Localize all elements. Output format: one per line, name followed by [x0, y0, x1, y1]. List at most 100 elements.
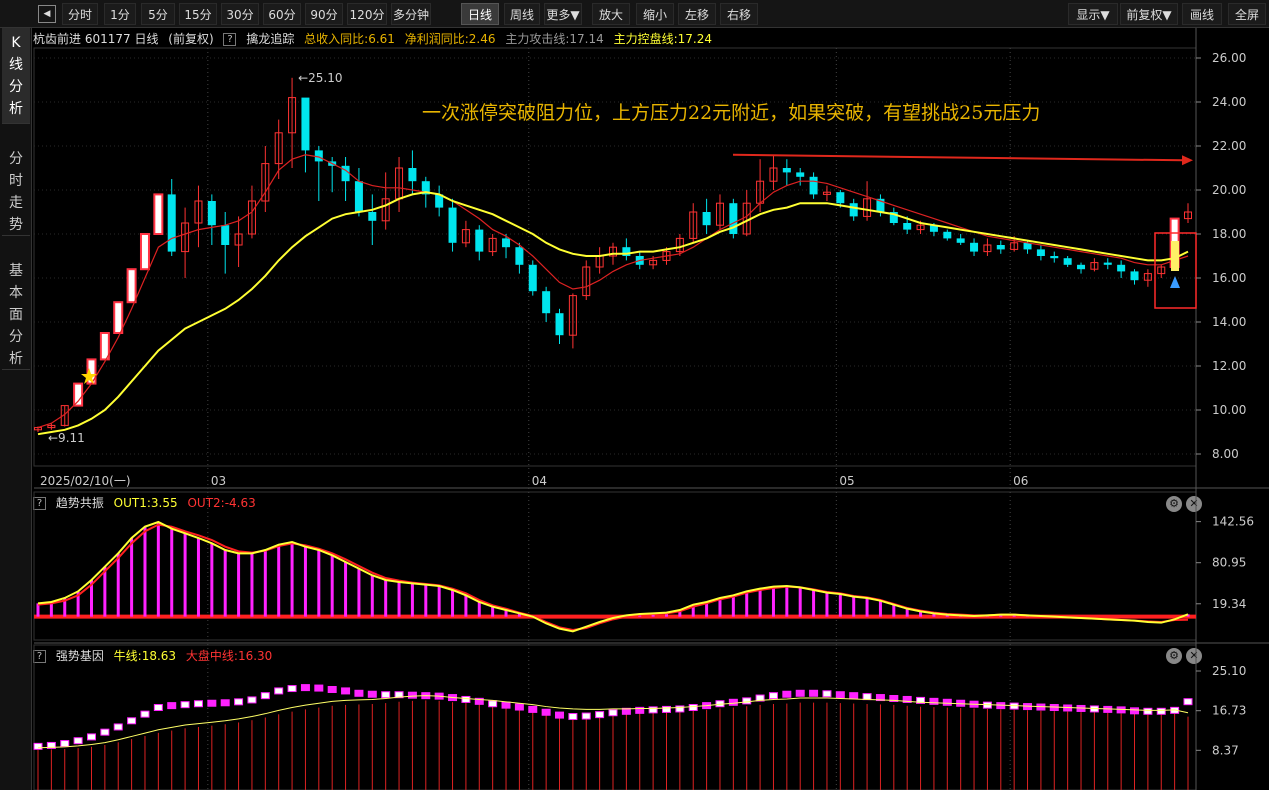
strength-box [367, 690, 377, 698]
strength-box [648, 706, 658, 714]
candle-down [207, 201, 216, 226]
candle-down [301, 97, 310, 151]
strength-box [488, 700, 498, 708]
strength-box [555, 711, 565, 719]
strength-box [528, 705, 538, 713]
candle-down [836, 192, 845, 204]
chart-area[interactable]: 一次涨停突破阻力位，上方压力22元附近，如果突破，有望挑战25元压力 ←25.10… [0, 0, 1269, 790]
limit-up-candle [139, 233, 150, 271]
strength-box [568, 713, 578, 721]
strength-box [822, 690, 832, 698]
moving-averages [37, 154, 1189, 436]
price-tick-label: 24.00 [1212, 95, 1246, 109]
candle-down [1103, 262, 1112, 265]
price-tick-label: 18.00 [1212, 227, 1246, 241]
strength-box [100, 728, 110, 736]
candle-down [528, 264, 537, 292]
strength-box [849, 692, 859, 700]
strength-box [193, 700, 203, 708]
osc-tick-label: 80.95 [1212, 556, 1246, 570]
price-tick-label: 16.00 [1212, 271, 1246, 285]
strength-box [862, 693, 872, 701]
strength-box [661, 705, 671, 713]
strength-box [835, 691, 845, 699]
strength-box [407, 691, 417, 699]
strength-box [33, 742, 43, 750]
strength-box [595, 711, 605, 719]
strength-box [608, 709, 618, 717]
candle-down [368, 212, 377, 221]
strength-box [287, 685, 297, 693]
candle-down [1063, 258, 1072, 265]
ma-yellow-line [37, 191, 1189, 436]
axis-labels: 26.00 24.00 22.00 20.00 18.00 16.00 14.00 12.00… [40, 51, 1254, 757]
strength-box [180, 701, 190, 709]
price-tick-label: 22.00 [1212, 139, 1246, 153]
strength-box [167, 702, 177, 710]
candle-down [1050, 256, 1059, 259]
candle-down [221, 225, 230, 245]
gene-tick-label: 8.37 [1212, 743, 1239, 757]
candle-down [475, 229, 484, 252]
price-tick-label: 20.00 [1212, 183, 1246, 197]
candle-down [1130, 271, 1139, 281]
strength-box [247, 696, 257, 704]
strength-box [942, 698, 952, 706]
candle-down [555, 313, 564, 336]
candle-down [903, 223, 912, 230]
candle-down [970, 242, 979, 252]
gene-tick-label: 16.73 [1212, 704, 1246, 718]
high-price-label: ←25.10 [298, 71, 342, 85]
strength-box [782, 690, 792, 698]
grid [33, 28, 1269, 790]
strength-box [541, 708, 551, 716]
strength-box [461, 695, 471, 703]
strength-box [809, 689, 819, 697]
strength-box [153, 704, 163, 712]
strength-box [60, 740, 70, 748]
candles [34, 77, 1192, 432]
annotations: 一次涨停突破阻力位，上方压力22元附近，如果突破，有望挑战25元压力 ←25.10… [48, 71, 1197, 445]
strength-box [742, 697, 752, 705]
candle-down [996, 245, 1005, 250]
price-tick-label: 12.00 [1212, 359, 1246, 373]
strength-box [381, 691, 391, 699]
limit-up-candle [113, 301, 124, 335]
strength-box [127, 717, 137, 725]
candle-down [408, 168, 417, 182]
month-label: 04 [532, 474, 547, 488]
date-start-label: 2025/02/10(一) [40, 474, 131, 488]
strength-box [314, 684, 324, 692]
strength-box [688, 704, 698, 712]
candle-down [515, 247, 524, 265]
candle-down [729, 203, 738, 234]
strength-box [1183, 698, 1193, 706]
month-label: 06 [1013, 474, 1028, 488]
price-tick-label: 8.00 [1212, 447, 1239, 461]
strength-box [234, 698, 244, 706]
ma-red-line [37, 154, 1189, 429]
candle-down [849, 203, 858, 217]
strength-box [768, 692, 778, 700]
candle-down [1036, 249, 1045, 256]
month-label: 03 [211, 474, 226, 488]
strength-box [728, 698, 738, 706]
strength-box [929, 697, 939, 705]
candle-down [702, 212, 711, 226]
candle-down [354, 181, 363, 212]
strength-box [341, 687, 351, 695]
candle-down [956, 238, 965, 243]
strength-box [354, 689, 364, 697]
strength-box [501, 701, 511, 709]
strength-box [73, 737, 83, 745]
annotation-text: 一次涨停突破阻力位，上方压力22元附近，如果突破，有望挑战25元压力 [422, 102, 1040, 124]
strength-box [113, 723, 123, 731]
strength-box [514, 703, 524, 711]
price-tick-label: 26.00 [1212, 51, 1246, 65]
strength-box [327, 685, 337, 693]
strength-box [86, 733, 96, 741]
candle-down [943, 231, 952, 239]
strength-box [300, 684, 310, 692]
candle-down [542, 291, 551, 314]
candle-down [1077, 264, 1086, 270]
